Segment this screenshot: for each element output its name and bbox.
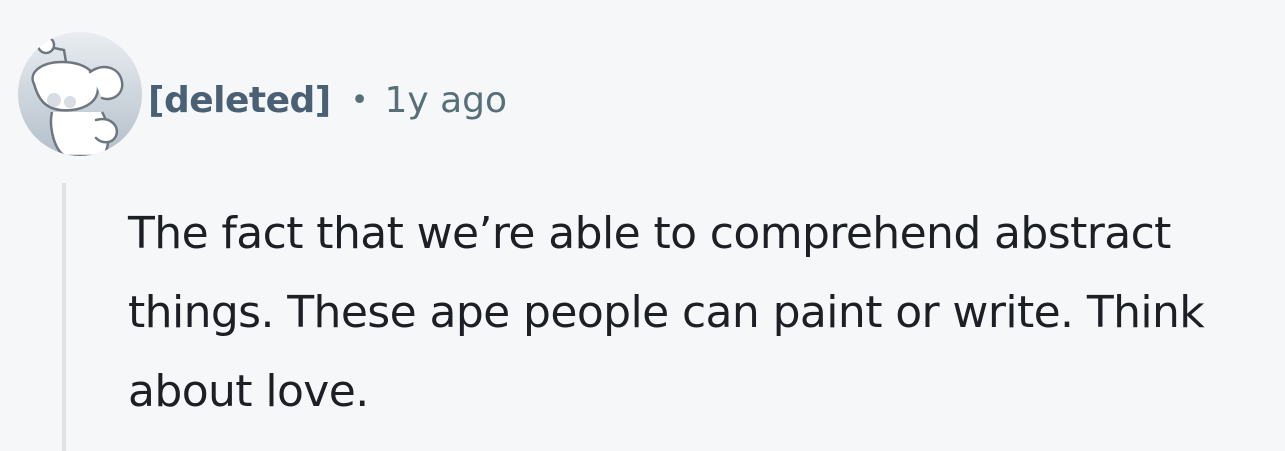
meta-separator: • <box>350 82 369 118</box>
comment: [deleted] • 1y ago The fact that we’re a… <box>0 0 1285 451</box>
comment-body: The fact that we’re able to comprehend a… <box>128 208 1205 417</box>
author-name[interactable]: [deleted] <box>148 80 331 121</box>
avatar[interactable] <box>18 32 142 156</box>
reddit-snoo-deleted-icon <box>31 35 124 156</box>
comment-header: [deleted] • 1y ago <box>148 72 507 128</box>
comment-timestamp[interactable]: 1y ago <box>384 80 507 121</box>
thread-line[interactable] <box>62 183 66 451</box>
